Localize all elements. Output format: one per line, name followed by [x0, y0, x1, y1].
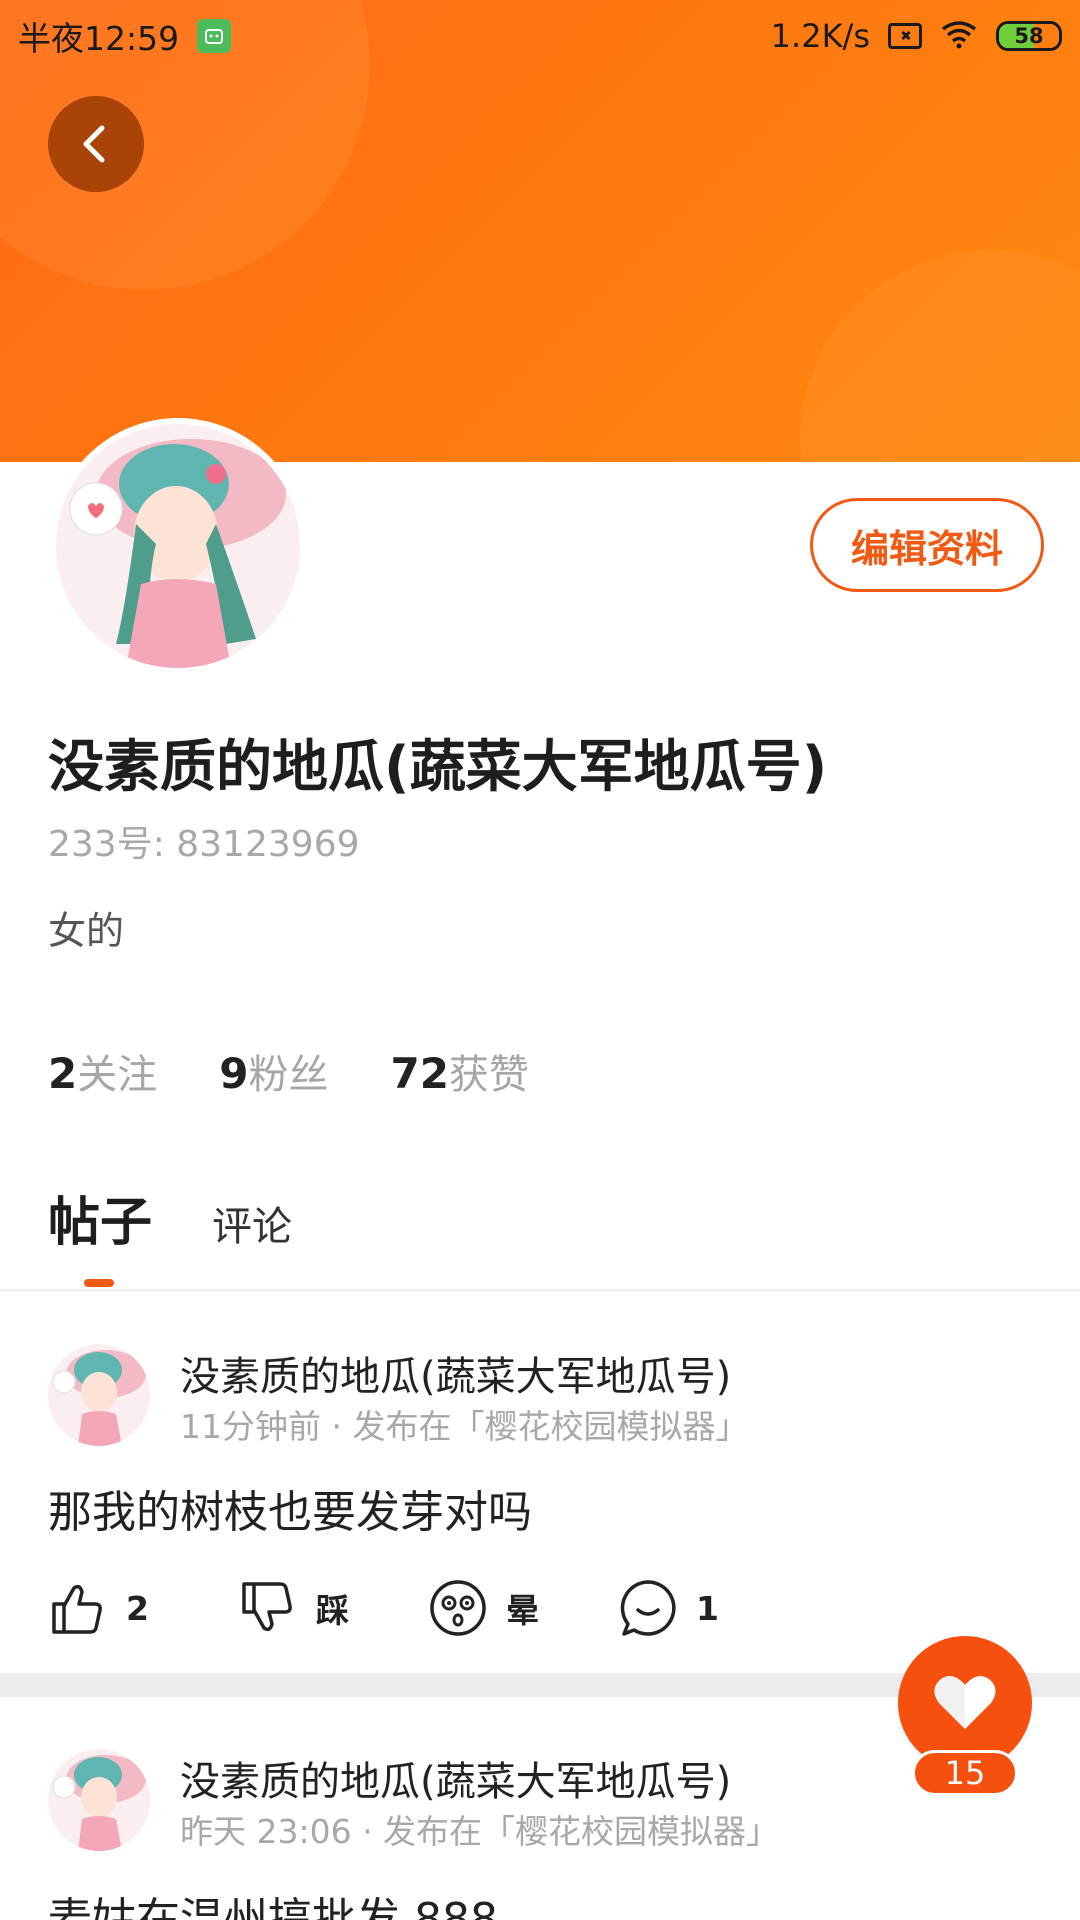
action-label: 2 [126, 1588, 149, 1628]
stat-likes[interactable]: 72 获赞 [390, 1042, 528, 1100]
post-meta: 昨天 23:06 · 发布在「樱花校园模拟器」 [180, 1812, 780, 1851]
stat-followers[interactable]: 9 粉丝 [219, 1042, 328, 1100]
profile-tabs: 帖子 评论 [48, 1180, 292, 1255]
post-actions: 2 踩 晕 1 [48, 1578, 808, 1638]
stat-label: 获赞 [448, 1052, 529, 1098]
profile-username: 没素质的地瓜(蔬菜大军地瓜号) [48, 735, 828, 800]
post-card[interactable]: 没素质的地瓜(蔬菜大军地瓜号) 11分钟前 · 发布在「樱花校园模拟器」 那我的… [0, 1330, 1080, 1673]
chevron-left-icon [83, 125, 105, 163]
post-meta: 11分钟前 · 发布在「樱花校园模拟器」 [180, 1407, 749, 1446]
tabs-divider [0, 1289, 1080, 1291]
tab-active-indicator [84, 1279, 114, 1287]
stat-num: 9 [219, 1049, 249, 1098]
battery-icon: 58 [996, 21, 1062, 51]
profile-user-id: 233号: 83123969 [48, 824, 360, 865]
stat-label: 关注 [77, 1052, 158, 1098]
comment-button[interactable]: 1 [618, 1578, 808, 1638]
profile-avatar[interactable] [50, 418, 306, 674]
dizzy-face-icon [430, 1580, 486, 1636]
profile-stats: 2 关注 9 粉丝 72 获赞 [48, 1042, 529, 1100]
status-time: 半夜12:59 [18, 19, 180, 58]
profile-bio: 女的 [48, 909, 125, 953]
action-label: 晕 [506, 1591, 539, 1630]
dizzy-button[interactable]: 晕 [428, 1578, 618, 1638]
status-bar: 半夜12:59 1.2K/s 58 [0, 0, 1080, 72]
app-notification-icon [197, 19, 232, 53]
wifi-icon [940, 19, 978, 53]
stat-num: 2 [48, 1049, 78, 1098]
edit-profile-button[interactable]: 编辑资料 [810, 498, 1044, 592]
action-label: 1 [696, 1588, 719, 1628]
network-speed: 1.2K/s [770, 17, 870, 55]
back-button[interactable] [48, 96, 144, 192]
thumbs-down-icon [242, 1582, 292, 1632]
heart-icon [934, 1676, 996, 1729]
battery-level: 58 [1014, 24, 1044, 48]
no-sim-icon [888, 23, 922, 49]
action-label: 踩 [316, 1591, 349, 1630]
post-content[interactable]: 那我的树枝也要发芽对吗 [48, 1476, 532, 1540]
post-author[interactable]: 没素质的地瓜(蔬菜大军地瓜号) [180, 1344, 731, 1402]
avatar[interactable] [48, 1749, 150, 1851]
dislike-button[interactable]: 踩 [238, 1578, 428, 1638]
stat-following[interactable]: 2 关注 [48, 1042, 157, 1100]
post-content[interactable]: 麦姑在温州搞批发 888 [48, 1883, 498, 1920]
avatar[interactable] [48, 1344, 150, 1446]
stat-label: 粉丝 [248, 1052, 329, 1098]
tab-posts[interactable]: 帖子 [48, 1180, 152, 1255]
post-author[interactable]: 没素质的地瓜(蔬菜大军地瓜号) [180, 1749, 731, 1807]
stat-num: 72 [390, 1049, 449, 1098]
like-button[interactable]: 2 [48, 1578, 238, 1638]
fab-like-count: 15 [912, 1750, 1018, 1796]
thumbs-up-icon [52, 1584, 102, 1634]
tab-comments[interactable]: 评论 [212, 1194, 292, 1252]
avatar [56, 424, 300, 668]
comment-icon [620, 1580, 676, 1636]
